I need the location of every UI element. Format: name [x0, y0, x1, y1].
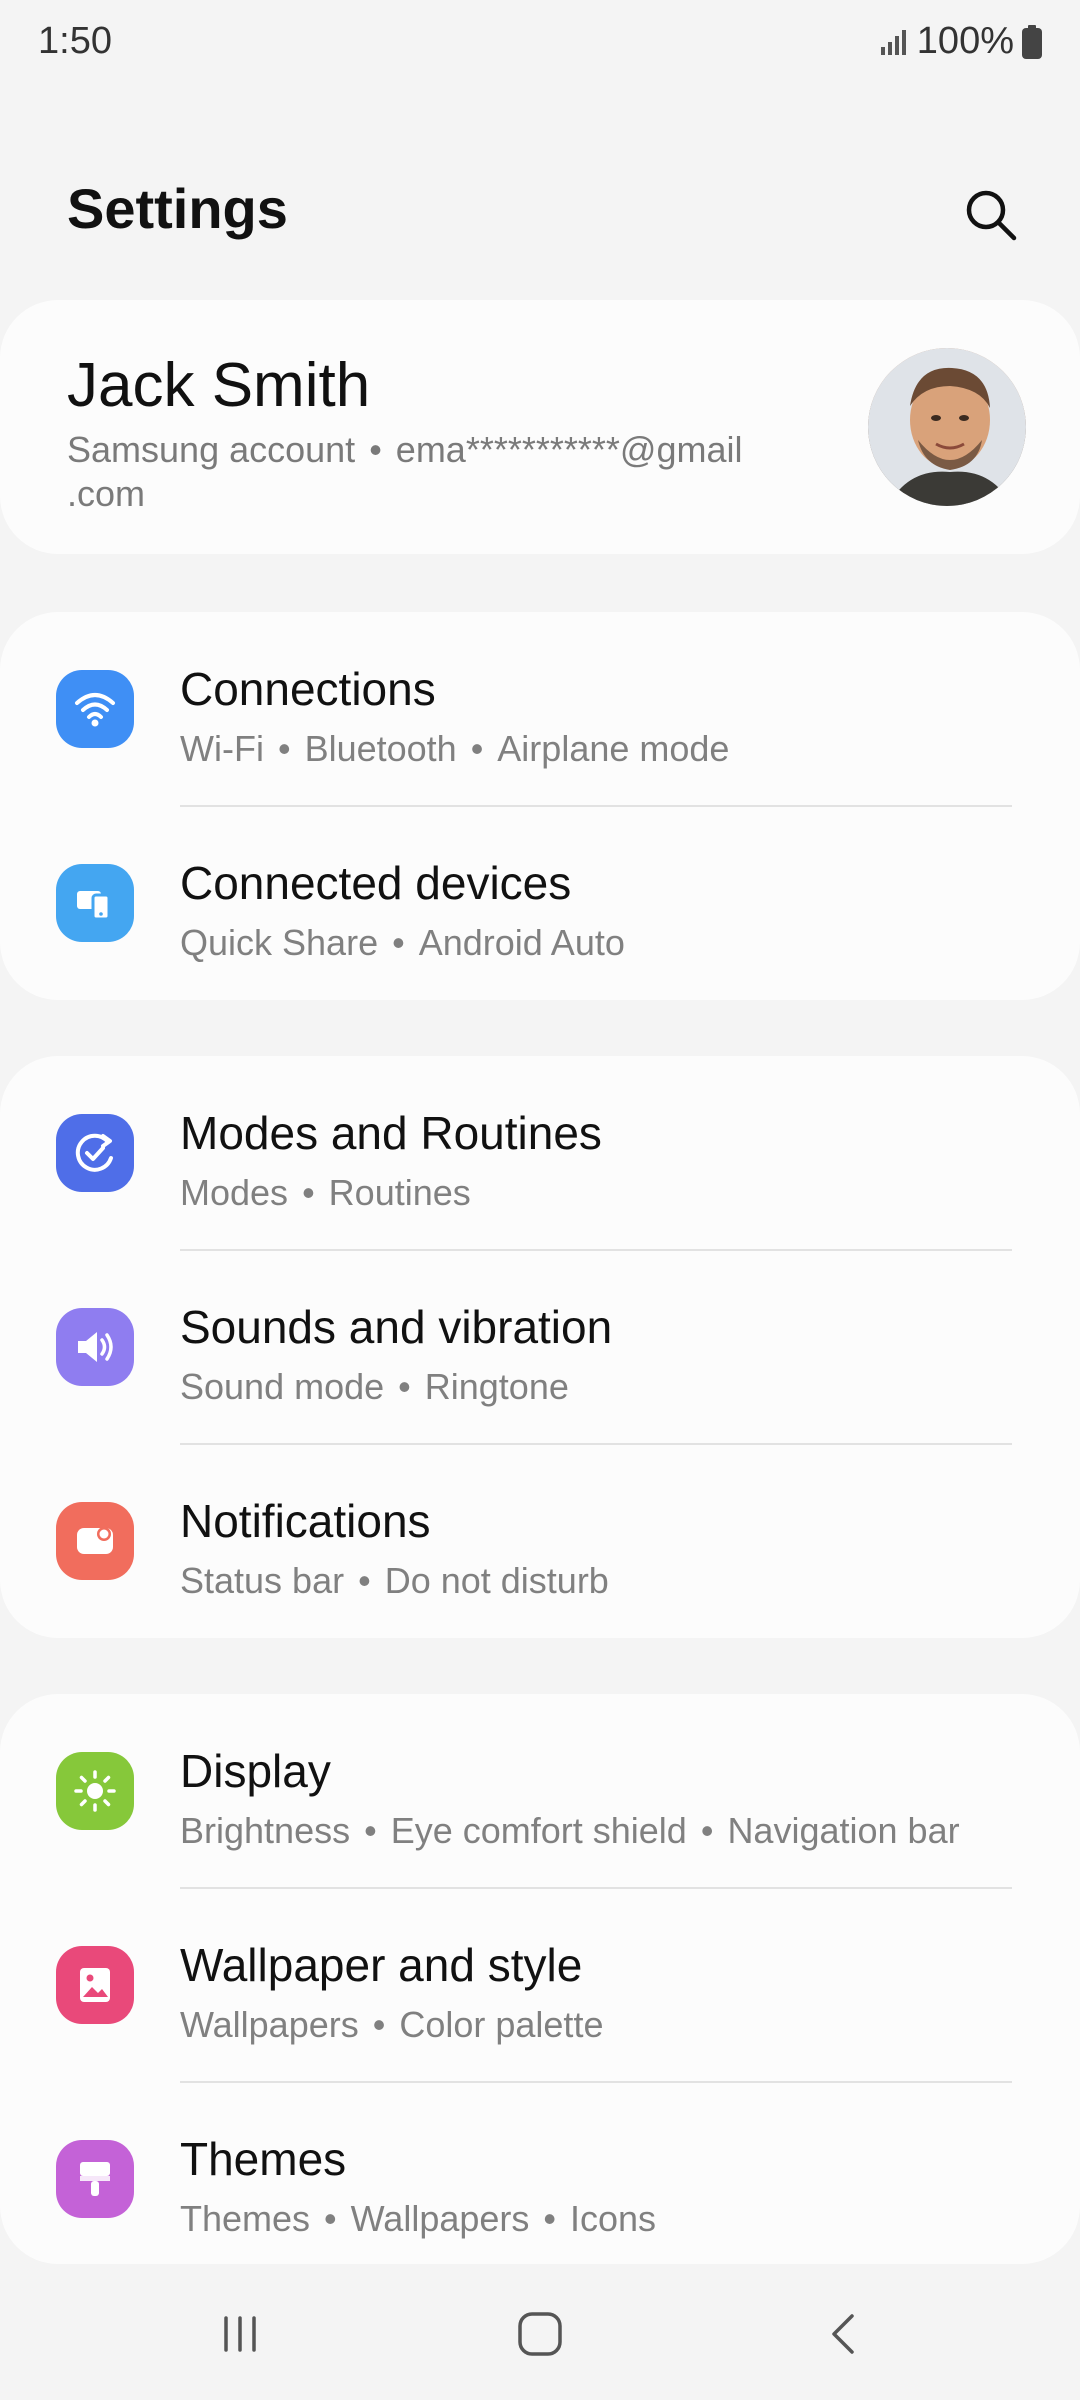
sub-wallpapers: Wallpapers — [350, 2198, 530, 2239]
sub-wallpapers: Wallpapers — [180, 2004, 359, 2045]
sub-wifi: Wi-Fi — [180, 728, 264, 769]
account-email-tail: .com — [67, 473, 146, 514]
wallpaper-icon — [56, 1946, 134, 2024]
home-icon — [518, 2312, 562, 2356]
search-icon — [966, 190, 1017, 241]
account-label: Samsung account — [67, 429, 356, 470]
recents-button[interactable] — [180, 2286, 300, 2382]
sub-icons: Icons — [570, 2198, 657, 2239]
item-subtitle: Status bar • Do not disturb — [180, 1560, 609, 1601]
signal-icon — [880, 29, 906, 55]
sub-eye-comfort: Eye comfort shield — [390, 1810, 687, 1851]
settings-item-display[interactable]: Display Brightness • Eye comfort shield • Na… — [0, 1694, 1080, 1888]
sub-do-not-disturb: Do not disturb — [384, 1560, 609, 1601]
wifi-icon — [56, 670, 134, 748]
page-title: Settings — [67, 177, 288, 240]
status-bar: 1:50 100% — [0, 0, 1080, 84]
item-title: Notifications — [180, 1495, 431, 1547]
sub-airplane: Airplane mode — [497, 728, 730, 769]
account-email: ema***********@gmail — [395, 429, 743, 470]
sub-modes: Modes — [180, 1172, 289, 1213]
item-title: Themes — [180, 2133, 347, 2185]
settings-item-themes[interactable]: Themes Themes • Wallpapers • Icons — [0, 2082, 1080, 2276]
settings-group-modes: Modes and Routines Modes • Routines Sounds… — [0, 1056, 1080, 1638]
item-title: Connected devices — [180, 857, 572, 909]
sub-bluetooth: Bluetooth — [304, 728, 457, 769]
item-subtitle: Wi-Fi • Bluetooth • Airplane mode — [180, 728, 730, 769]
item-title: Wallpaper and style — [180, 1939, 583, 1991]
settings-group-display: Display Brightness • Eye comfort shield • Na… — [0, 1694, 1080, 2264]
item-subtitle: Quick Share • Android Auto — [180, 922, 625, 963]
sub-brightness: Brightness — [180, 1810, 351, 1851]
speaker-icon — [56, 1308, 134, 1386]
sub-themes: Themes — [180, 2198, 311, 2239]
status-indicators: 100% — [879, 20, 1042, 63]
account-name: Jack Smith — [67, 351, 371, 420]
battery-percent: 100% — [916, 20, 1014, 62]
account-details: Samsung account • ema***********@gmail .co… — [67, 428, 827, 516]
item-title: Display — [180, 1745, 331, 1797]
settings-item-notifications[interactable]: Notifications Status bar • Do not disturb — [0, 1444, 1080, 1638]
sub-android-auto: Android Auto — [418, 922, 625, 963]
devices-icon — [56, 864, 134, 942]
avatar[interactable] — [868, 348, 1026, 506]
settings-item-modes-routines[interactable]: Modes and Routines Modes • Routines — [0, 1056, 1080, 1250]
sub-ringtone: Ringtone — [424, 1366, 569, 1407]
routines-icon — [56, 1114, 134, 1192]
sub-color-palette: Color palette — [399, 2004, 604, 2045]
settings-item-connections[interactable]: Connections Wi-Fi • Bluetooth • Airplane mod… — [0, 612, 1080, 806]
sub-navigation-bar: Navigation bar — [727, 1810, 960, 1851]
item-subtitle: Brightness • Eye comfort shield • Navigation… — [180, 1810, 960, 1851]
settings-item-sounds[interactable]: Sounds and vibration Sound mode • Ringtone — [0, 1250, 1080, 1444]
recents-icon — [224, 2316, 256, 2352]
settings-group-connectivity: Connections Wi-Fi • Bluetooth • Airplane mod… — [0, 612, 1080, 1000]
item-subtitle: Themes • Wallpapers • Icons — [180, 2198, 657, 2239]
separator-dot: • — [369, 429, 382, 470]
status-time: 1:50 — [38, 20, 112, 62]
item-subtitle: Wallpapers • Color palette — [180, 2004, 604, 2045]
navigation-bar — [0, 2268, 1080, 2400]
item-title: Modes and Routines — [180, 1107, 602, 1159]
sub-sound-mode: Sound mode — [180, 1366, 385, 1407]
back-button[interactable] — [784, 2286, 904, 2382]
sub-routines: Routines — [328, 1172, 471, 1213]
sub-quick-share: Quick Share — [180, 922, 379, 963]
item-title: Connections — [180, 663, 436, 715]
avatar-face — [868, 348, 1026, 506]
sun-icon — [56, 1752, 134, 1830]
notification-icon — [56, 1502, 134, 1580]
settings-item-connected-devices[interactable]: Connected devices Quick Share • Android Au… — [0, 806, 1080, 1000]
sub-status-bar: Status bar — [180, 1560, 345, 1601]
back-icon — [832, 2314, 854, 2354]
themes-icon — [56, 2140, 134, 2218]
item-subtitle: Sound mode • Ringtone — [180, 1366, 569, 1407]
battery-icon — [1022, 24, 1042, 59]
account-card[interactable]: Jack Smith Samsung account • ema**********… — [0, 300, 1080, 554]
search-button[interactable] — [956, 180, 1026, 250]
item-subtitle: Modes • Routines — [180, 1172, 471, 1213]
item-title: Sounds and vibration — [180, 1301, 613, 1353]
home-button[interactable] — [480, 2286, 600, 2382]
settings-item-wallpaper[interactable]: Wallpaper and style Wallpapers • Color pal… — [0, 1888, 1080, 2082]
